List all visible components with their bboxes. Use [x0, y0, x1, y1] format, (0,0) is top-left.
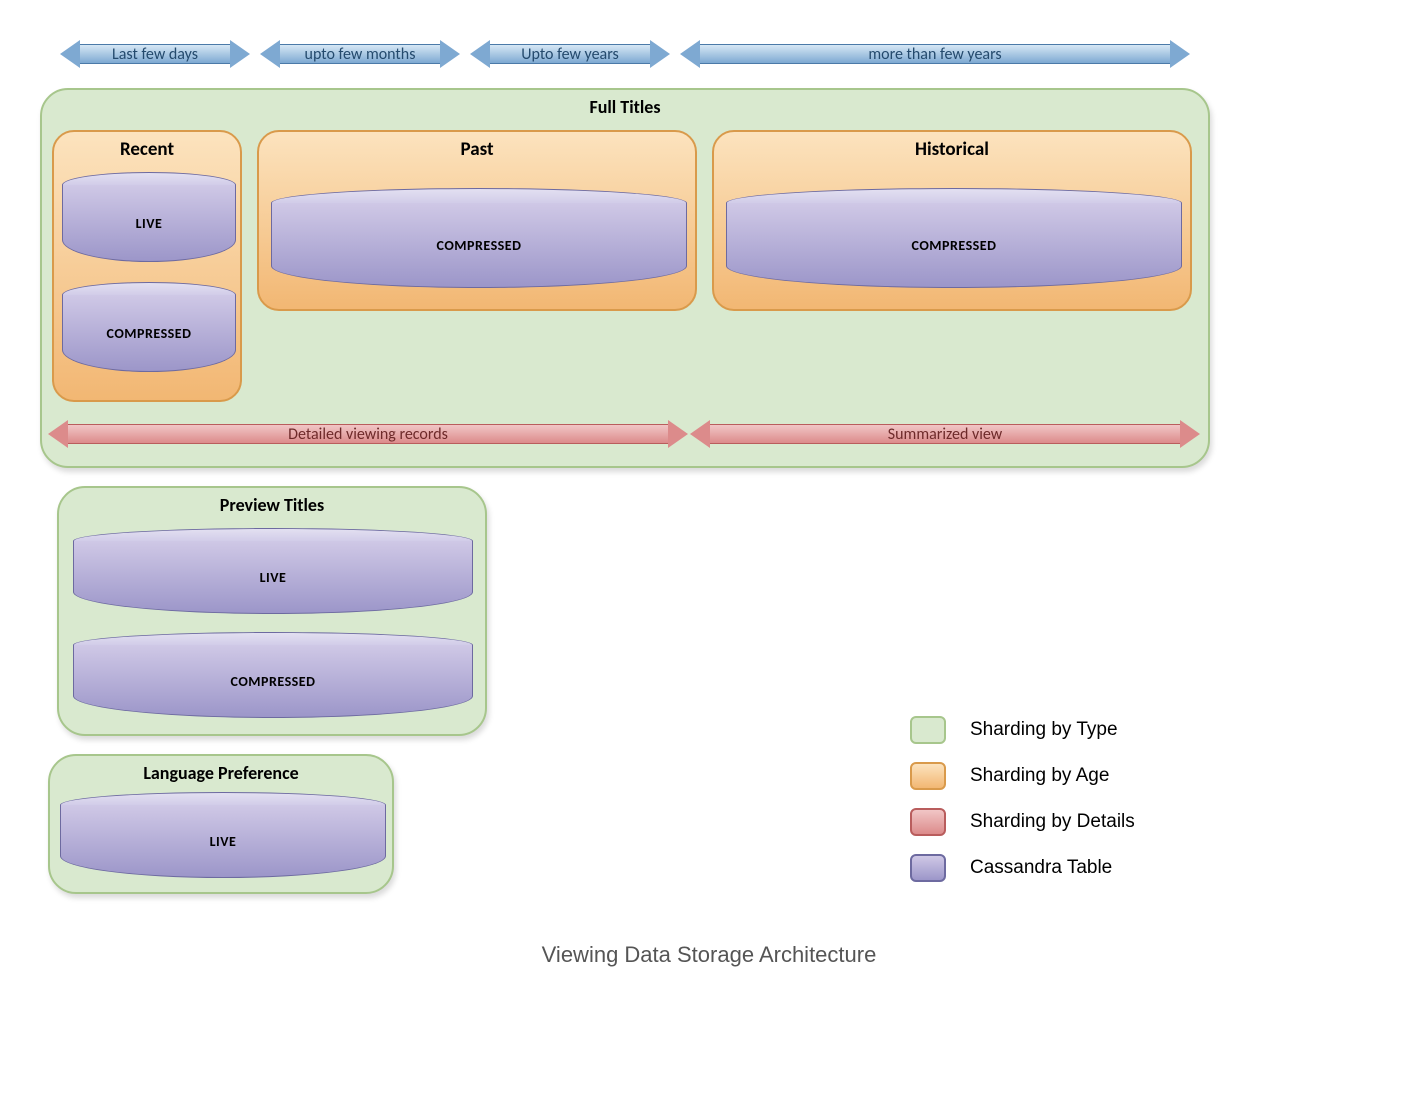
- timeline-arrow-upto-few-years: Upto few years: [470, 40, 670, 68]
- legend-swatch-orange: [910, 762, 946, 790]
- legend-item-age: Sharding by Age: [910, 762, 1135, 790]
- type-box-title: Language Preference: [50, 756, 392, 786]
- detail-arrow-summarized: Summarized view: [690, 420, 1200, 448]
- cassandra-table-recent-compressed: COMPRESSED: [62, 282, 236, 372]
- type-box-title: Preview Titles: [59, 488, 485, 518]
- cassandra-table-historical-compressed: COMPRESSED: [726, 188, 1182, 288]
- type-box-preview-titles: Preview Titles LIVE COMPRESSED: [57, 486, 487, 736]
- legend-label: Sharding by Age: [970, 765, 1109, 787]
- cassandra-table-preview-live: LIVE: [73, 528, 473, 614]
- cassandra-table-past-compressed: COMPRESSED: [271, 188, 687, 288]
- age-box-title: Past: [259, 132, 695, 165]
- type-box-title: Full Titles: [42, 90, 1208, 120]
- detail-arrow-detailed: Detailed viewing records: [48, 420, 688, 448]
- timeline-arrow-last-few-days: Last few days: [60, 40, 250, 68]
- age-box-past: Past COMPRESSED: [257, 130, 697, 311]
- timeline-label: more than few years: [868, 45, 1001, 64]
- legend-item-details: Sharding by Details: [910, 808, 1135, 836]
- legend-item-type: Sharding by Type: [910, 716, 1135, 744]
- timeline-label: Last few days: [112, 45, 198, 64]
- cylinder-label: LIVE: [136, 215, 163, 232]
- age-box-historical: Historical COMPRESSED: [712, 130, 1192, 311]
- cylinder-label: COMPRESSED: [437, 237, 522, 254]
- legend-label: Sharding by Details: [970, 811, 1135, 833]
- age-box-title: Historical: [714, 132, 1190, 165]
- age-box-title: Recent: [54, 132, 240, 165]
- type-box-language-preference: Language Preference LIVE: [48, 754, 394, 894]
- cassandra-table-language-live: LIVE: [60, 792, 386, 878]
- timeline-arrow-more-than-few-years: more than few years: [680, 40, 1190, 68]
- type-box-full-titles: Full Titles Recent LIVE COMPRESSED Past …: [40, 88, 1210, 468]
- legend-item-cassandra: Cassandra Table: [910, 854, 1135, 882]
- diagram-caption: Viewing Data Storage Architecture: [60, 942, 1358, 968]
- cylinder-label: LIVE: [260, 569, 287, 586]
- detail-arrow-label: Detailed viewing records: [288, 425, 448, 444]
- legend-swatch-pink: [910, 808, 946, 836]
- timeline-label: upto few months: [305, 45, 416, 64]
- cylinder-label: COMPRESSED: [231, 673, 316, 690]
- cylinder-label: COMPRESSED: [107, 325, 192, 342]
- legend-label: Sharding by Type: [970, 719, 1118, 741]
- age-box-recent: Recent LIVE COMPRESSED: [52, 130, 242, 402]
- legend-swatch-purple: [910, 854, 946, 882]
- timeline-label: Upto few years: [521, 45, 619, 64]
- detail-arrow-label: Summarized view: [888, 425, 1002, 444]
- legend-label: Cassandra Table: [970, 857, 1112, 879]
- legend-swatch-green: [910, 716, 946, 744]
- cassandra-table-preview-compressed: COMPRESSED: [73, 632, 473, 718]
- timeline-arrow-upto-few-months: upto few months: [260, 40, 460, 68]
- legend: Sharding by Type Sharding by Age Shardin…: [910, 716, 1135, 900]
- cylinder-label: LIVE: [210, 833, 237, 850]
- cassandra-table-recent-live: LIVE: [62, 172, 236, 262]
- cylinder-label: COMPRESSED: [912, 237, 997, 254]
